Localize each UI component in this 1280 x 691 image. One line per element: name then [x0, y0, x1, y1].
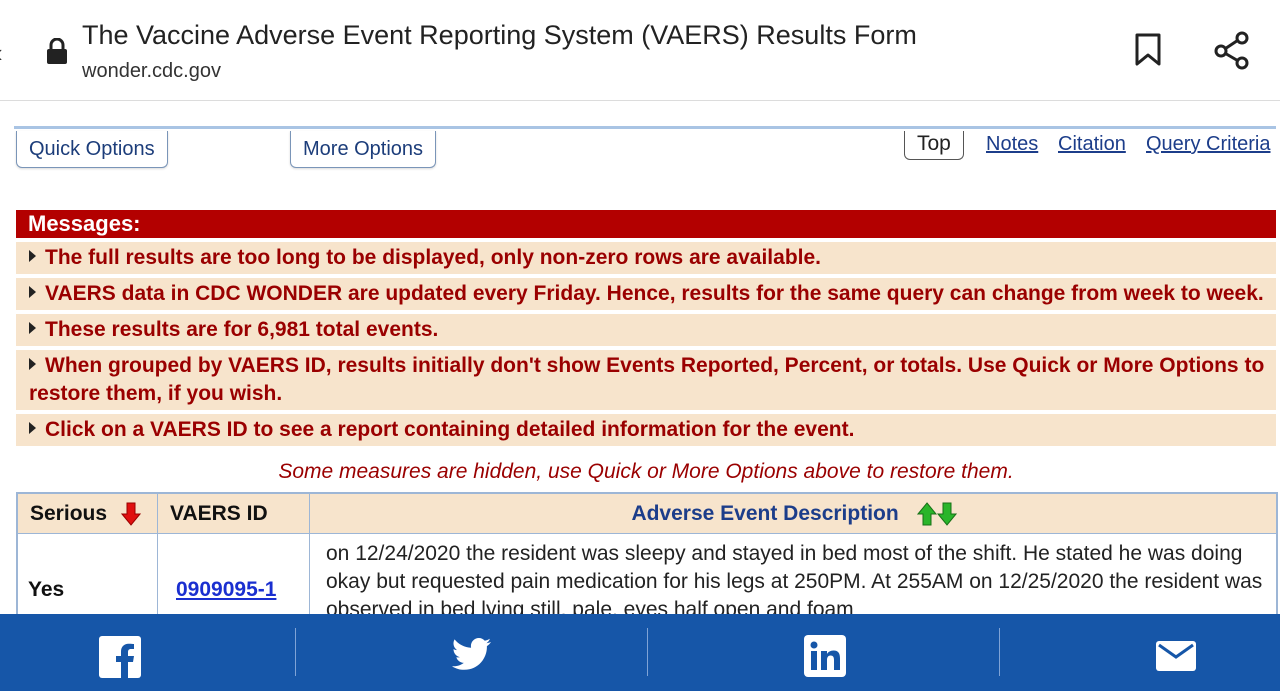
more-options-tab[interactable]: More Options — [290, 131, 437, 168]
sort-up-down-icon[interactable] — [916, 502, 957, 527]
message-item: Click on a VAERS ID to see a report cont… — [16, 414, 1276, 446]
share-icon[interactable] — [1212, 30, 1252, 70]
messages-panel: Messages: The full results are too long … — [16, 210, 1276, 446]
facebook-icon[interactable] — [98, 635, 142, 679]
twitter-icon[interactable] — [452, 638, 492, 672]
messages-header: Messages: — [16, 210, 1276, 238]
share-divider — [999, 628, 1000, 676]
message-item: VAERS data in CDC WONDER are updated eve… — [16, 278, 1276, 310]
query-criteria-link[interactable]: Query Criteria — [1146, 133, 1270, 156]
results-table: Serious VAERS ID Adverse Event Descripti… — [16, 492, 1278, 632]
share-divider — [647, 628, 648, 676]
top-button[interactable]: Top — [904, 131, 964, 160]
bullet-triangle-icon — [29, 422, 36, 435]
notes-link[interactable]: Notes — [986, 133, 1038, 156]
message-item: These results are for 6,981 total events… — [16, 314, 1276, 346]
citation-link[interactable]: Citation — [1058, 133, 1126, 156]
bullet-triangle-icon — [29, 250, 36, 263]
header-adverse-event-description[interactable]: Adverse Event Description — [310, 494, 1276, 534]
email-icon[interactable] — [1156, 641, 1196, 671]
bullet-triangle-icon — [29, 322, 36, 335]
message-item: The full results are too long to be disp… — [16, 242, 1276, 274]
header-serious[interactable]: Serious — [18, 494, 158, 534]
page-url[interactable]: wonder.cdc.gov — [82, 60, 221, 83]
social-share-bar — [0, 614, 1280, 691]
bullet-triangle-icon — [29, 286, 36, 299]
share-divider — [295, 628, 296, 676]
options-bar: Quick Options More Options Top Notes Cit… — [14, 126, 1276, 179]
quick-options-tab[interactable]: Quick Options — [16, 131, 168, 168]
header-vaers-id[interactable]: VAERS ID — [158, 494, 310, 534]
browser-top-bar: ‹ The Vaccine Adverse Event Reporting Sy… — [0, 0, 1280, 101]
bookmark-icon[interactable] — [1134, 33, 1162, 67]
lock-icon — [47, 38, 67, 64]
message-item: When grouped by VAERS ID, results initia… — [16, 350, 1276, 410]
sort-descending-icon[interactable] — [120, 502, 141, 527]
bullet-triangle-icon — [29, 358, 36, 371]
page-title: The Vaccine Adverse Event Reporting Syst… — [82, 20, 917, 50]
vaers-id-link[interactable]: 0909095-1 — [176, 578, 276, 601]
hidden-measures-note: Some measures are hidden, use Quick or M… — [278, 460, 1014, 483]
linkedin-icon[interactable] — [804, 635, 846, 677]
back-arrow-icon[interactable]: ‹ — [0, 38, 3, 69]
